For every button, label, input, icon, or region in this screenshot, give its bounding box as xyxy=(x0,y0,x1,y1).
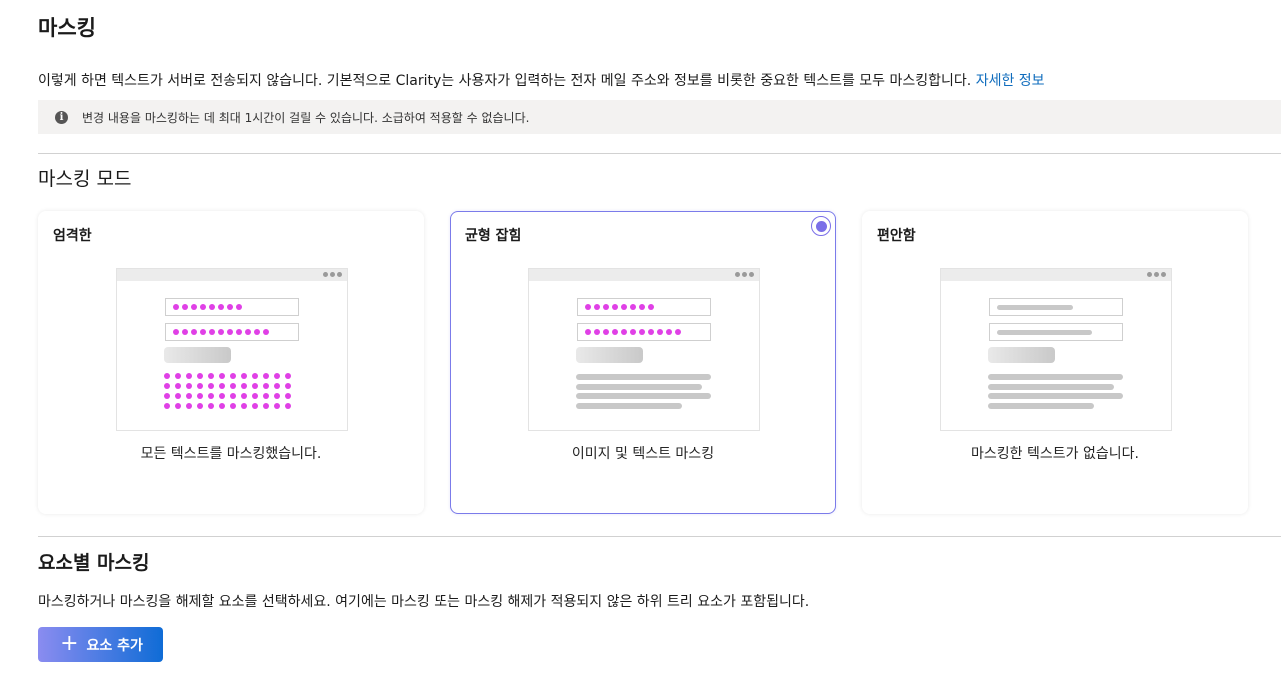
more-dots-icon xyxy=(1147,272,1166,277)
browser-bar xyxy=(941,269,1171,281)
masked-field xyxy=(577,298,711,316)
divider xyxy=(38,153,1281,154)
browser-bar xyxy=(117,269,347,281)
text-field xyxy=(989,323,1123,341)
element-masking-title: 요소별 마스킹 xyxy=(38,552,150,574)
button-shape xyxy=(164,347,231,363)
element-masking-description: 마스킹하거나 마스킹을 해제할 요소를 선택하세요. 여기에는 마스킹 또는 마… xyxy=(38,594,810,610)
strict-illustration xyxy=(116,268,348,431)
info-icon: i xyxy=(55,110,68,124)
masked-field xyxy=(165,298,299,316)
card-title: 편안함 xyxy=(877,228,916,244)
info-banner-text: 변경 내용을 마스킹하는 데 최대 1시간이 걸릴 수 있습니다. 소급하여 적… xyxy=(82,110,530,125)
divider xyxy=(38,536,1281,537)
card-title: 엄격한 xyxy=(53,228,92,244)
masked-field xyxy=(577,323,711,341)
radio-dot-icon xyxy=(815,220,827,232)
plus-icon: + xyxy=(60,630,79,656)
browser-bar xyxy=(529,269,759,281)
balanced-illustration xyxy=(528,268,760,431)
button-shape xyxy=(576,347,643,363)
relaxed-illustration xyxy=(940,268,1172,431)
more-dots-icon xyxy=(735,272,754,277)
button-shape xyxy=(988,347,1055,363)
card-caption: 모든 텍스트를 마스킹했습니다. xyxy=(140,446,322,462)
text-lines xyxy=(576,374,711,409)
card-caption: 마스킹한 텍스트가 없습니다. xyxy=(971,446,1139,462)
learn-more-link[interactable]: 자세한 정보 xyxy=(976,73,1045,89)
masked-field xyxy=(165,323,299,341)
mode-card-strict[interactable]: 엄격한 모든 텍스트를 마스킹했습니다. xyxy=(38,211,424,514)
page-description: 이렇게 하면 텍스트가 서버로 전송되지 않습니다. 기본적으로 Clarity… xyxy=(38,70,1045,90)
card-caption: 이미지 및 텍스트 마스킹 xyxy=(571,446,715,462)
add-element-button[interactable]: + 요소 추가 xyxy=(38,627,163,662)
text-field xyxy=(989,298,1123,316)
card-title: 균형 잡힘 xyxy=(465,228,522,244)
masking-mode-title: 마스킹 모드 xyxy=(38,168,132,190)
description-text: 이렇게 하면 텍스트가 서버로 전송되지 않습니다. 기본적으로 Clarity… xyxy=(38,73,976,89)
info-banner: i 변경 내용을 마스킹하는 데 최대 1시간이 걸릴 수 있습니다. 소급하여… xyxy=(38,100,1281,134)
more-dots-icon xyxy=(323,272,342,277)
text-lines xyxy=(988,374,1123,409)
mode-card-balanced[interactable]: 균형 잡힘 이미지 및 텍스트 마스킹 xyxy=(450,211,836,514)
add-element-label: 요소 추가 xyxy=(86,637,143,654)
masked-text-block xyxy=(164,373,291,409)
selected-radio[interactable] xyxy=(811,216,831,236)
page-title: 마스킹 xyxy=(38,16,96,40)
mode-card-relaxed[interactable]: 편안함 마스킹한 텍스트가 없습니다. xyxy=(862,211,1248,514)
